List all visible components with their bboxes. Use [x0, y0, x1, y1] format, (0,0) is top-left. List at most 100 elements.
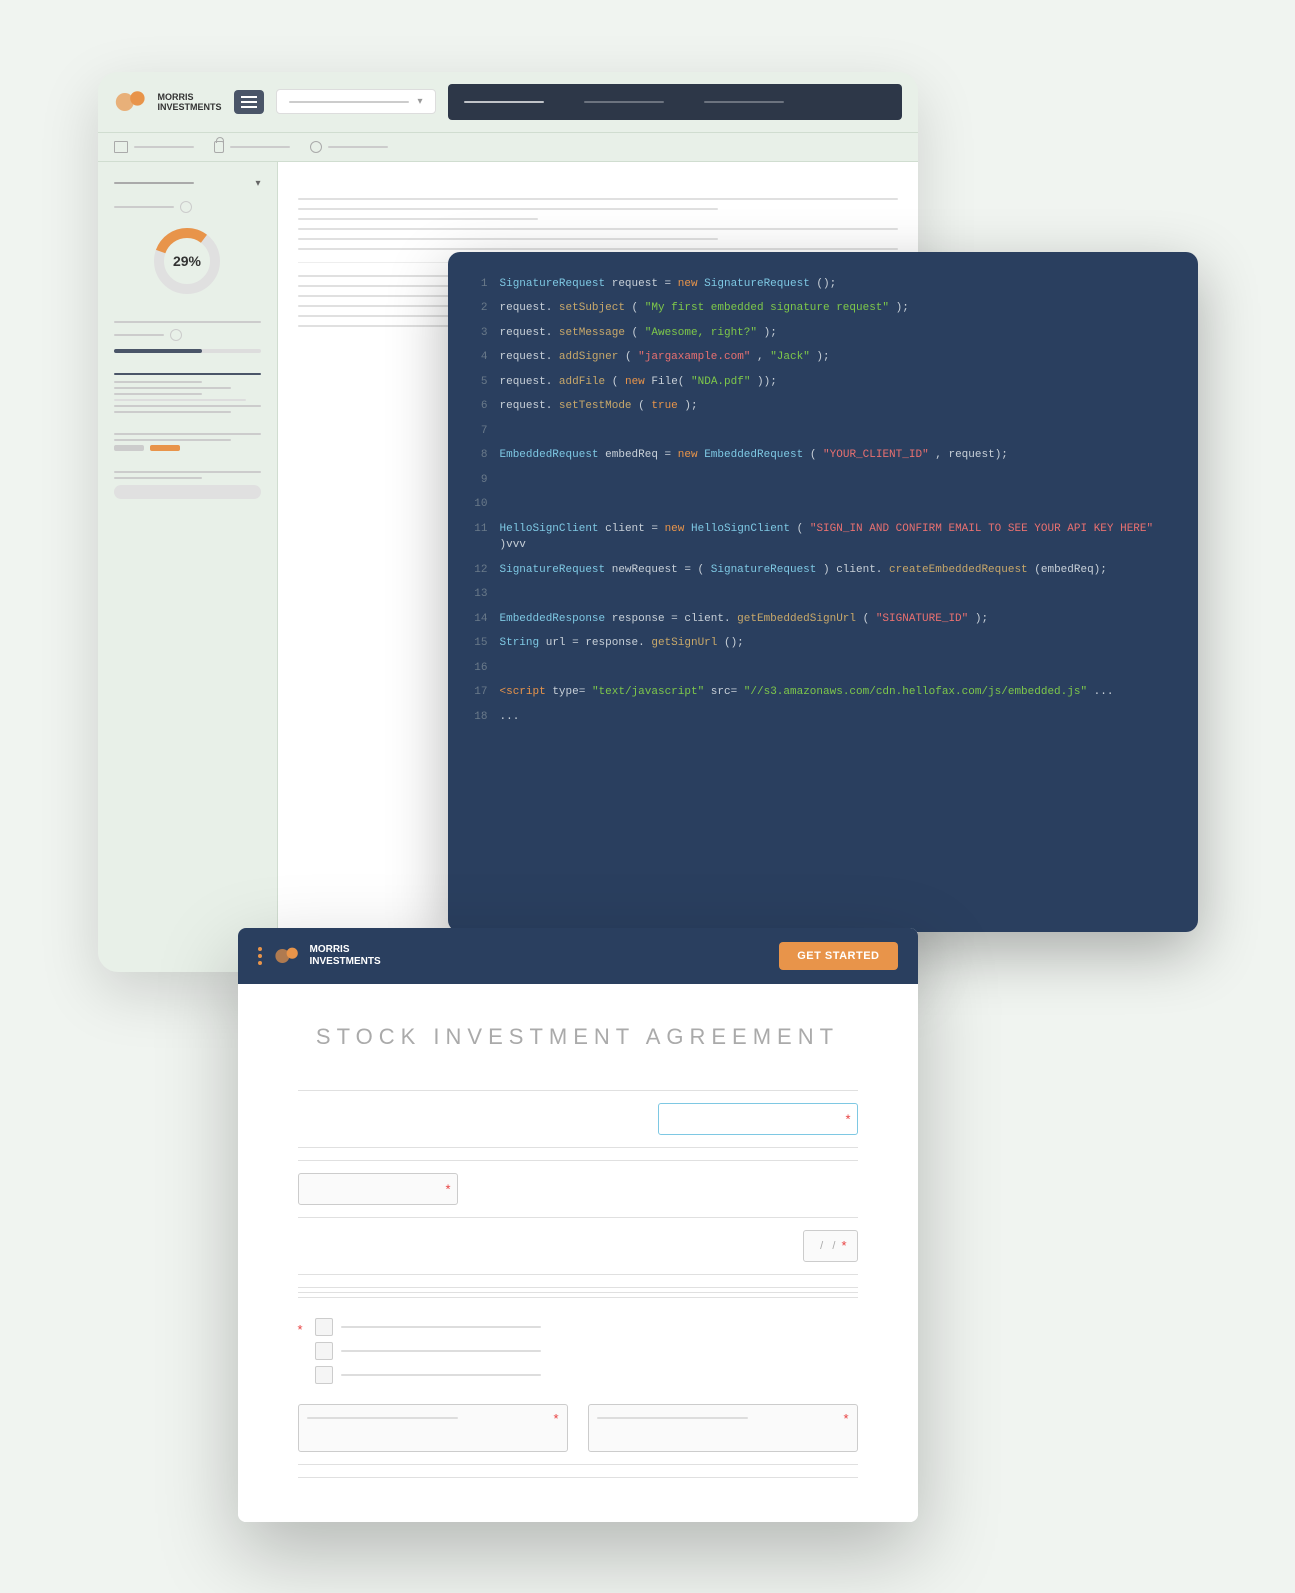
dot-3	[258, 961, 262, 965]
ct4: request. addSigner ( "jargaxample.com" ,…	[500, 349, 1178, 366]
checkbox-item-1	[315, 1318, 541, 1336]
form-divider-5	[298, 1274, 858, 1275]
checkbox-label-3	[341, 1374, 541, 1376]
nav-tab-2[interactable]	[584, 101, 664, 103]
ln8: 8	[468, 447, 488, 464]
ct13	[500, 586, 1178, 603]
form-brand-line2: INVESTMENTS	[310, 956, 381, 968]
sub-nav-gear[interactable]	[310, 141, 388, 153]
form-bottom-field-2[interactable]: *	[588, 1404, 858, 1452]
sidebar-line-sm	[114, 206, 174, 208]
hamburger-line3	[241, 106, 257, 108]
form-divider-1	[298, 1090, 858, 1091]
sl5	[114, 399, 246, 401]
sl3	[114, 387, 232, 389]
required-date: *	[841, 1238, 846, 1253]
checkbox-section: *	[298, 1318, 858, 1384]
ln4: 4	[468, 349, 488, 366]
ct5: request. addFile ( new File( "NDA.pdf" )…	[500, 374, 1178, 391]
form-row-2: *	[298, 1173, 858, 1205]
checkbox-item-3	[315, 1366, 541, 1384]
sub-nav-label-3	[328, 146, 388, 148]
sidebar-circle	[180, 201, 192, 213]
required-1: *	[845, 1111, 850, 1126]
sl6	[114, 405, 261, 407]
three-dots-menu[interactable]	[258, 947, 262, 965]
sidebar-row-2	[114, 329, 261, 341]
code-line-11: 11 HelloSignClient client = new HelloSig…	[468, 521, 1178, 554]
required-bottom-2: *	[843, 1411, 848, 1426]
ct18: ...	[500, 709, 1178, 726]
checkbox-label-2	[341, 1350, 541, 1352]
checkbox-1[interactable]	[315, 1318, 333, 1336]
form-header: MORRIS INVESTMENTS GET STARTED	[238, 928, 918, 984]
dashboard-topbar: MORRIS INVESTMENTS ▾	[98, 72, 918, 133]
logo-icon	[114, 84, 150, 120]
code-line-8: 8 EmbeddedRequest embedReq = new Embedde…	[468, 447, 1178, 464]
nav-tab-3[interactable]	[704, 101, 784, 103]
ln6: 6	[468, 398, 488, 415]
form-divider-9	[298, 1464, 858, 1465]
code-line-15: 15 String url = response. getSignUrl ();	[468, 635, 1178, 652]
ln3: 3	[468, 325, 488, 342]
hamburger-button[interactable]	[234, 90, 264, 114]
required-bottom-1: *	[553, 1411, 558, 1426]
ct3: request. setMessage ( "Awesome, right?" …	[500, 325, 1178, 342]
ct10	[500, 496, 1178, 513]
sidebar-section-1: ▾ 29%	[114, 178, 261, 301]
sl1	[114, 334, 164, 336]
form-brand-name: MORRIS INVESTMENTS	[310, 944, 381, 968]
form-date-field[interactable]: / / *	[803, 1230, 857, 1262]
checkbox-item-2	[315, 1342, 541, 1360]
sidebar-toggle[interactable]	[114, 485, 261, 499]
sidebar-full-line-1	[114, 321, 261, 323]
form-title: STOCK INVESTMENT AGREEMENT	[298, 1024, 858, 1050]
form-body: STOCK INVESTMENT AGREEMENT * *	[238, 984, 918, 1522]
code-line-16: 16	[468, 660, 1178, 677]
sidebar-dark-line	[114, 373, 261, 375]
sl7	[114, 411, 232, 413]
scene-container: MORRIS INVESTMENTS ▾	[98, 72, 1198, 1522]
cl2	[298, 208, 718, 210]
donut-percent-label: 29%	[173, 253, 201, 269]
sidebar-section-3	[114, 373, 261, 413]
form-row-1: *	[298, 1103, 858, 1135]
cl3	[298, 218, 538, 220]
form-row-3: / / *	[298, 1230, 858, 1262]
ln18: 18	[468, 709, 488, 726]
hamburger-line1	[241, 96, 257, 98]
ln11: 11	[468, 521, 488, 554]
sb1	[114, 445, 144, 451]
code-line-5: 5 request. addFile ( new File( "NDA.pdf"…	[468, 374, 1178, 391]
get-started-button[interactable]: GET STARTED	[779, 942, 897, 970]
checkbox-label-1	[341, 1326, 541, 1328]
sidebar-slider-1[interactable]	[114, 349, 261, 353]
sl4	[114, 393, 202, 395]
form-divider-2	[298, 1147, 858, 1148]
dot-1	[258, 947, 262, 951]
lock-icon	[214, 141, 224, 153]
checkbox-2[interactable]	[315, 1342, 333, 1360]
nav-tab-1[interactable]	[464, 101, 544, 103]
sub-nav-lock[interactable]	[214, 141, 290, 153]
code-line-2: 2 request. setSubject ( "My first embedd…	[468, 300, 1178, 317]
bottom-label-1	[307, 1417, 458, 1419]
ln7: 7	[468, 423, 488, 440]
code-line-18: 18 ...	[468, 709, 1178, 726]
ct17: <script type= "text/javascript" src= "//…	[500, 684, 1178, 701]
form-input-1[interactable]: *	[658, 1103, 858, 1135]
form-bottom-field-1[interactable]: *	[298, 1404, 568, 1452]
sl9	[114, 439, 232, 441]
ln16: 16	[468, 660, 488, 677]
checkbox-3[interactable]	[315, 1366, 333, 1384]
sidebar-title-line	[114, 182, 194, 184]
form-logo-area: MORRIS INVESTMENTS	[274, 942, 381, 970]
dropdown-label-line	[289, 101, 410, 103]
code-line-3: 3 request. setMessage ( "Awesome, right?…	[468, 325, 1178, 342]
sidebar-row-1	[114, 201, 261, 213]
ln5: 5	[468, 374, 488, 391]
sub-nav-calendar[interactable]	[114, 141, 194, 153]
sl8	[114, 433, 261, 435]
nav-dropdown[interactable]: ▾	[276, 89, 436, 114]
form-input-2[interactable]: *	[298, 1173, 458, 1205]
